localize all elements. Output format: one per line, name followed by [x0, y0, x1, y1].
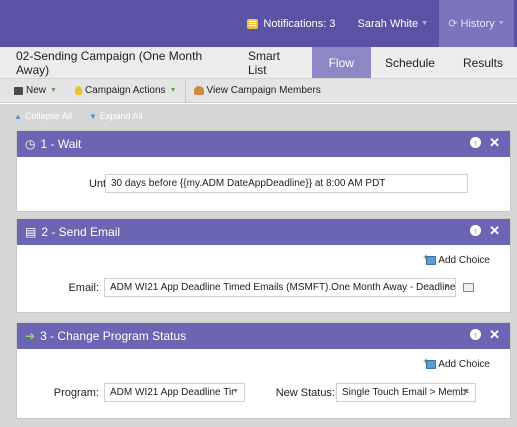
- campaign-title-tab[interactable]: 02-Sending Campaign (One Month Away): [0, 47, 234, 78]
- program-select[interactable]: ADM WI21 App Deadline Tir ▼: [104, 383, 245, 402]
- chevron-down-icon: ▼: [443, 283, 450, 290]
- delete-step-button[interactable]: ✕: [489, 136, 500, 149]
- add-choice-icon: [423, 252, 437, 265]
- flow-step-send-email: ▤ 2 - Send Email ↑ ✕ Add Choice Email: A…: [16, 218, 511, 313]
- expand-all-link[interactable]: ▼ Expand All: [89, 111, 142, 121]
- toolbar: New ▼ Campaign Actions ▼ View Campaign M…: [0, 78, 517, 103]
- tab-flow[interactable]: Flow: [311, 47, 371, 78]
- email-label: Email:: [68, 282, 99, 294]
- email-preview-icon[interactable]: [463, 283, 474, 292]
- campaign-actions-label: Campaign Actions: [84, 85, 166, 96]
- delete-step-button[interactable]: ✕: [489, 224, 500, 237]
- move-up-button[interactable]: ↑: [470, 137, 482, 148]
- flow-step-change-program-status: ➜ 3 - Change Program Status ↑ ✕ Add Choi…: [16, 322, 511, 419]
- until-field[interactable]: 30 days before {{my.ADM DateAppDeadline}…: [105, 174, 468, 193]
- new-status-value: Single Touch Email > Memb·: [342, 387, 470, 398]
- chevron-down-icon: ▼: [421, 20, 428, 27]
- expand-collapse-row: ▲ Collapse All ▼ Expand All: [0, 104, 517, 128]
- flow-canvas: ▲ Collapse All ▼ Expand All ◷ 1 - Wait ↑…: [0, 104, 517, 427]
- chevron-down-icon: ▼: [497, 20, 505, 27]
- new-icon: [14, 86, 23, 95]
- chevron-down-icon: ▼: [50, 87, 57, 94]
- move-up-button[interactable]: ↑: [470, 225, 482, 236]
- collapse-all-label: Collapse All: [24, 111, 72, 121]
- delete-step-button[interactable]: ✕: [489, 328, 500, 341]
- tab-schedule[interactable]: Schedule: [371, 47, 449, 78]
- campaign-actions-button[interactable]: Campaign Actions ▼: [65, 79, 185, 103]
- history-button[interactable]: ⟳ History ▼: [439, 0, 514, 47]
- new-status-select[interactable]: Single Touch Email > Memb· ▼: [336, 383, 476, 402]
- flow-step-wait: ◷ 1 - Wait ↑ ✕ Until: 30 days before {{m…: [16, 130, 511, 212]
- new-button[interactable]: New ▼: [0, 79, 65, 103]
- collapse-all-link[interactable]: ▲ Collapse All: [14, 111, 72, 121]
- email-icon: ▤: [25, 225, 37, 239]
- tab-smart-list[interactable]: Smart List: [234, 47, 312, 78]
- history-icon: ⟳: [448, 18, 458, 30]
- move-up-button[interactable]: ↑: [470, 329, 482, 340]
- add-choice-icon: [423, 356, 437, 369]
- notifications-icon: [247, 18, 259, 29]
- step-title: 3 - Change Program Status: [40, 329, 187, 343]
- history-label: History: [460, 17, 495, 30]
- step-header[interactable]: ▤ 2 - Send Email ↑ ✕: [17, 219, 510, 245]
- notifications-label: Notifications: 3: [263, 17, 336, 30]
- user-menu[interactable]: Sarah White ▼: [347, 0, 439, 47]
- chevron-down-icon: ▼: [169, 87, 177, 94]
- status-arrow-icon: ➜: [25, 329, 36, 343]
- top-bar: Notifications: 3 Sarah White ▼ ⟳ History…: [0, 0, 517, 47]
- collapse-icon: ▲: [14, 111, 22, 121]
- new-label: New: [26, 85, 47, 96]
- step-title: 2 - Send Email: [41, 225, 121, 239]
- notifications-button[interactable]: Notifications: 3: [236, 0, 346, 47]
- view-campaign-members-button[interactable]: View Campaign Members: [184, 78, 329, 103]
- add-choice-button[interactable]: Add Choice: [423, 356, 490, 370]
- email-select-value: ADM WI21 App Deadline Timed Emails (MSMF…: [110, 282, 456, 293]
- clock-icon: ◷: [25, 137, 36, 151]
- user-name: Sarah White: [357, 17, 419, 30]
- chevron-down-icon: ▼: [232, 388, 239, 395]
- program-label: Program:: [53, 387, 99, 399]
- add-choice-label: Add Choice: [438, 255, 490, 266]
- step-title: 1 - Wait: [40, 137, 82, 151]
- email-select[interactable]: ADM WI21 App Deadline Timed Emails (MSMF…: [104, 278, 456, 297]
- expand-all-label: Expand All: [99, 111, 143, 121]
- step-header[interactable]: ➜ 3 - Change Program Status ↑ ✕: [17, 323, 510, 349]
- new-status-label: New Status:: [275, 387, 335, 399]
- program-select-value: ADM WI21 App Deadline Tir: [110, 387, 235, 398]
- view-members-label: View Campaign Members: [206, 85, 321, 96]
- step-header[interactable]: ◷ 1 - Wait ↑ ✕: [17, 131, 510, 157]
- chevron-down-icon: ▼: [463, 388, 470, 395]
- add-choice-label: Add Choice: [438, 359, 490, 370]
- expand-icon: ▼: [88, 111, 97, 121]
- tab-bar: 02-Sending Campaign (One Month Away) Sma…: [0, 47, 517, 79]
- members-icon: [193, 86, 204, 95]
- tab-results[interactable]: Results: [449, 47, 517, 78]
- add-choice-button[interactable]: Add Choice: [423, 252, 490, 266]
- lightbulb-icon: [74, 86, 82, 95]
